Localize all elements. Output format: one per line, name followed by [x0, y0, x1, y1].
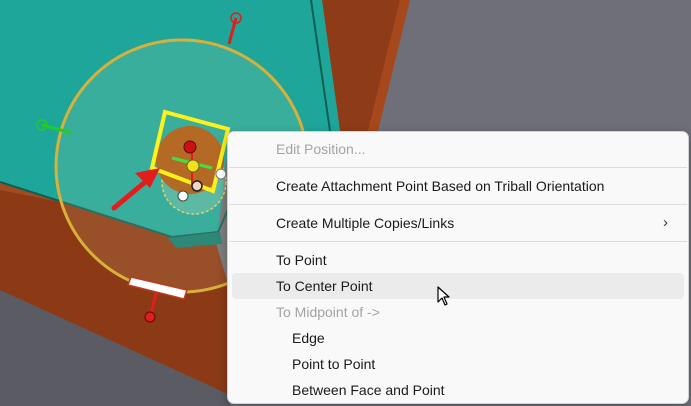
menu-item-point-to-point[interactable]: Point to Point — [232, 351, 684, 377]
context-menu: Edit Position... Create Attachment Point… — [227, 131, 689, 404]
triball-point-right — [215, 168, 227, 180]
menu-item-label: Create Multiple Copies/Links — [276, 215, 455, 231]
menu-item-to-center-point[interactable]: To Center Point — [232, 273, 684, 299]
anchor-point-white[interactable] — [191, 180, 203, 192]
menu-item-to-point[interactable]: To Point — [232, 247, 684, 273]
menu-item-label: Create Attachment Point Based on Triball… — [276, 178, 605, 194]
menu-item-label: Between Face and Point — [292, 382, 445, 398]
menu-separator — [229, 241, 687, 242]
menu-separator — [229, 167, 687, 168]
anchor-point-red[interactable] — [183, 140, 197, 154]
triball-center-point[interactable] — [186, 159, 200, 173]
menu-item-to-midpoint-of: To Midpoint of -> — [232, 299, 684, 325]
mouse-cursor-icon — [437, 286, 450, 306]
menu-item-label: Point to Point — [292, 356, 376, 372]
menu-item-label: Edit Position... — [276, 141, 366, 157]
menu-item-label: Edge — [292, 330, 325, 346]
menu-item-label: To Midpoint of -> — [276, 304, 380, 320]
menu-item-create-attachment-point[interactable]: Create Attachment Point Based on Triball… — [232, 173, 684, 199]
menu-separator — [229, 204, 687, 205]
chevron-right-icon: › — [663, 214, 668, 231]
menu-item-label: To Center Point — [276, 278, 373, 294]
menu-item-edge[interactable]: Edge — [232, 325, 684, 351]
menu-item-between-face-and-point[interactable]: Between Face and Point — [232, 377, 684, 403]
bottom-handle-knob[interactable] — [144, 311, 156, 323]
menu-item-label: To Point — [276, 252, 327, 268]
menu-item-edit-position[interactable]: Edit Position... — [232, 136, 684, 162]
triball-point-small[interactable] — [177, 190, 189, 202]
menu-item-create-multiple-copies[interactable]: Create Multiple Copies/Links › — [232, 210, 684, 236]
